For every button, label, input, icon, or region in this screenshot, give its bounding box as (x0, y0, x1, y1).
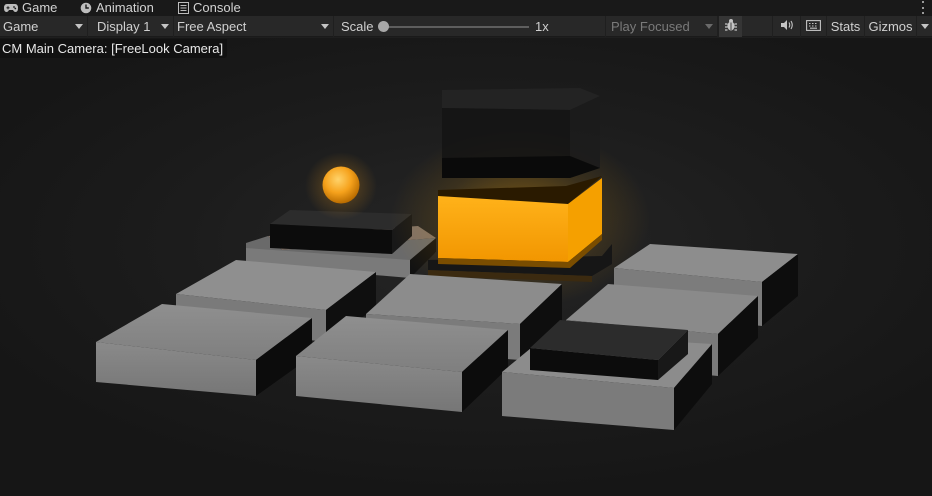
more-options-icon[interactable] (920, 1, 926, 14)
view-mode-dropdown[interactable]: Game (0, 16, 88, 37)
debug-toggle-button[interactable] (718, 16, 742, 37)
scale-label: Scale (341, 19, 374, 34)
ghost-cube (442, 88, 600, 178)
chevron-down-icon (75, 24, 83, 29)
scale-value: 1x (535, 19, 549, 34)
scale-slider-track[interactable] (383, 26, 529, 28)
bug-icon (724, 18, 738, 35)
stats-label: Stats (830, 19, 861, 34)
aspect-value: Free Aspect (177, 19, 247, 34)
scale-slider-handle[interactable] (378, 21, 389, 32)
gizmos-dropdown[interactable] (916, 16, 932, 37)
tab-console[interactable]: Console (178, 0, 241, 16)
stats-button[interactable]: Stats (826, 16, 864, 37)
view-mode-value: Game (3, 19, 39, 34)
shortcuts-button[interactable] (800, 16, 826, 37)
clock-icon (80, 2, 92, 14)
camera-label: CM Main Camera: [FreeLook Camera] (0, 39, 228, 58)
tab-game[interactable]: Game (4, 0, 57, 16)
tab-console-label: Console (193, 0, 241, 15)
chevron-down-icon (921, 24, 929, 29)
game-scene-render (96, 88, 798, 430)
console-icon (178, 2, 189, 14)
speaker-icon (780, 19, 794, 34)
floor-tile-front-left (96, 304, 312, 396)
tab-animation[interactable]: Animation (80, 0, 154, 16)
keyboard-icon (806, 19, 821, 34)
display-dropdown[interactable]: Display 1 (94, 16, 174, 37)
chevron-down-icon (321, 24, 329, 29)
game-view-toolbar: Game Display 1 Free Aspect Scale 1x Play… (0, 16, 932, 37)
play-mode-value: Play Focused (611, 19, 690, 34)
tab-animation-label: Animation (96, 0, 154, 15)
window-tab-bar: Game Animation Console (0, 0, 932, 16)
dark-slab-front-right (530, 320, 688, 380)
scale-control: Scale 1x (334, 16, 606, 37)
play-mode-dropdown[interactable]: Play Focused (607, 16, 718, 37)
game-viewport[interactable]: CM Main Camera: [FreeLook Camera] (0, 38, 932, 496)
mute-audio-button[interactable] (772, 16, 800, 37)
tab-game-label: Game (22, 0, 58, 15)
aspect-dropdown[interactable]: Free Aspect (174, 16, 334, 37)
gizmos-label: Gizmos (868, 19, 913, 34)
chevron-down-icon (705, 24, 713, 29)
glowing-orange-cube (438, 176, 602, 268)
chevron-down-icon (161, 24, 169, 29)
display-value: Display 1 (97, 19, 151, 34)
gizmos-button[interactable]: Gizmos (864, 16, 916, 37)
orange-sphere (322, 166, 360, 204)
gamepad-icon (4, 3, 18, 13)
